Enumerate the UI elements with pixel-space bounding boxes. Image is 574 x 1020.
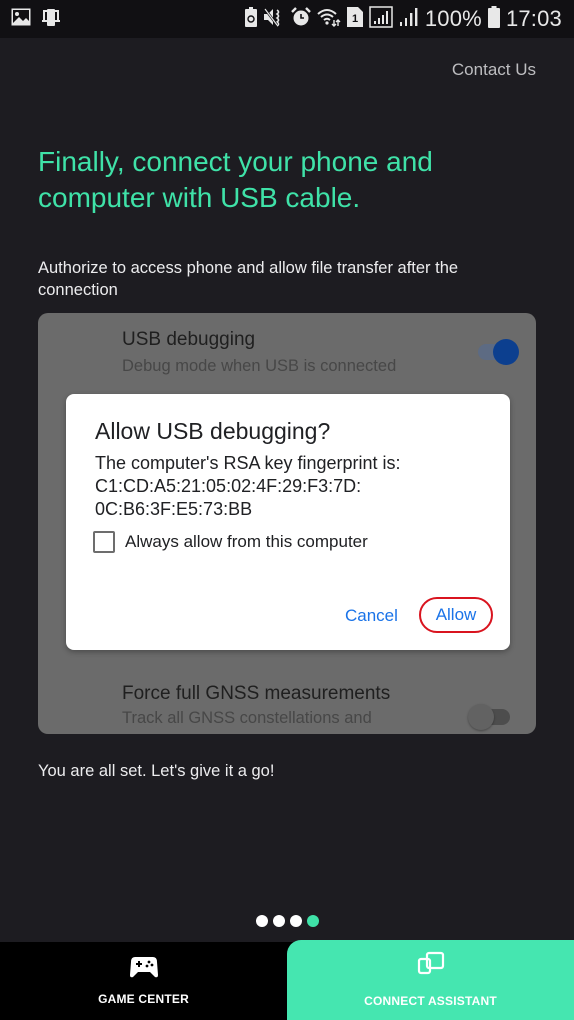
signal-icon [369, 5, 393, 33]
setting-subtitle-gnss: Track all GNSS constellations and [122, 709, 372, 727]
tab-label: GAME CENTER [98, 992, 189, 1006]
dialog-title: Allow USB debugging? [95, 418, 331, 444]
toggle-knob [468, 704, 494, 730]
signal-icon-2 [399, 7, 419, 32]
allow-button[interactable]: Allow [419, 597, 493, 633]
wifi-icon [317, 7, 341, 32]
vibrate-mute-icon [263, 7, 285, 32]
contact-us-link[interactable]: Contact Us [452, 60, 536, 80]
page-indicator [256, 915, 319, 927]
screen-mirror-icon [41, 7, 61, 32]
cancel-button[interactable]: Cancel [345, 606, 398, 626]
sim-label: 1 [352, 13, 358, 25]
always-allow-checkbox-row[interactable]: Always allow from this computer [93, 531, 368, 553]
page-dot [273, 915, 285, 927]
setting-subtitle-usb-debugging: Debug mode when USB is connected [122, 357, 397, 375]
always-allow-checkbox[interactable] [93, 531, 115, 553]
page-title: Finally, connect your phone and computer… [38, 146, 433, 213]
status-bar: 1 100% 17:03 [0, 0, 574, 38]
page-dot [256, 915, 268, 927]
dialog-body: The computer's RSA key fingerprint is: C… [95, 452, 495, 521]
alarm-icon [291, 6, 311, 32]
dialog-body-line: The computer's RSA key fingerprint is: [95, 453, 401, 473]
tab-connect-assistant[interactable]: CONNECT ASSISTANT [287, 940, 574, 1020]
toggle-knob [493, 339, 519, 365]
page-dot [290, 915, 302, 927]
bottom-nav: GAME CENTER CONNECT ASSISTANT [0, 940, 574, 1020]
all-set-text: You are all set. Let's give it a go! [38, 762, 275, 780]
page-dot-active [307, 915, 319, 927]
rsa-fingerprint-line: 0C:B6:3F:E5:73:BB [95, 499, 253, 519]
connect-screens-icon [416, 950, 446, 981]
tab-game-center[interactable]: GAME CENTER [0, 942, 287, 1020]
battery-percent: 100% [424, 6, 482, 31]
clock: 17:03 [505, 6, 562, 31]
gamepad-icon [129, 955, 159, 984]
instructions-text: Authorize to access phone and allow file… [38, 259, 459, 299]
sim-1-icon: 1 [346, 6, 363, 32]
always-allow-label: Always allow from this computer [125, 532, 368, 551]
gallery-icon [11, 8, 31, 31]
setting-title-gnss: Force full GNSS measurements [122, 683, 391, 704]
allow-button-label: Allow [435, 605, 477, 624]
setting-title-usb-debugging: USB debugging [122, 329, 256, 350]
rsa-fingerprint-line: C1:CD:A5:21:05:02:4F:29:F3:7D: [95, 476, 362, 496]
tab-label: CONNECT ASSISTANT [364, 994, 497, 1008]
allow-usb-debugging-dialog: Allow USB debugging? The computer's RSA … [66, 394, 510, 650]
battery-icon [487, 5, 500, 33]
battery-saver-icon [244, 6, 257, 32]
